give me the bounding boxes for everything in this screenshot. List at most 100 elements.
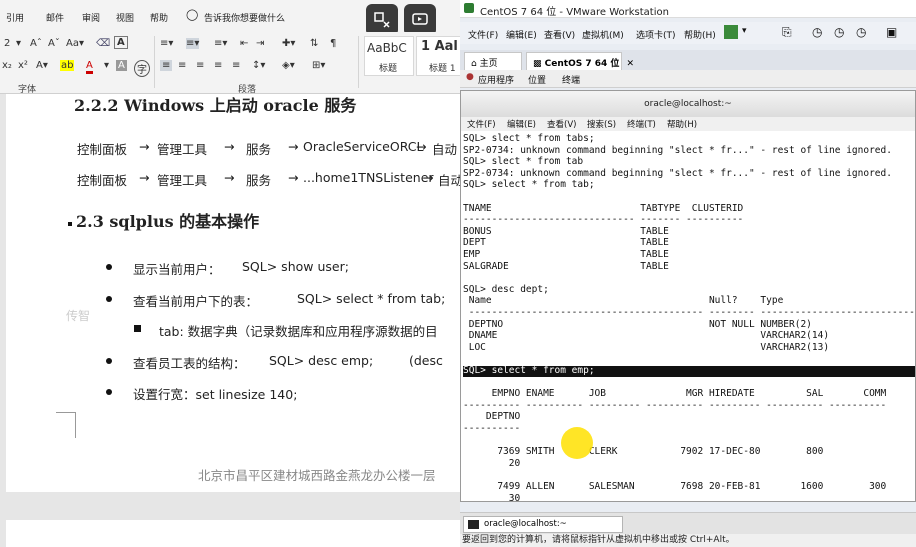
menu-view[interactable]: 查看(V) (544, 28, 575, 41)
sort-icon[interactable]: ⇅ (310, 38, 318, 49)
enclose-char-icon[interactable]: 字 (134, 60, 150, 77)
bullet-label: 查看当前用户下的表： (133, 294, 259, 309)
justify-icon[interactable]: ≡ (214, 60, 222, 71)
style-heading1[interactable]: 1 Aal 标题 1 (416, 36, 460, 76)
align-left-icon[interactable]: ≡ (160, 60, 173, 71)
fullscreen-icon[interactable]: ▣ (886, 25, 897, 39)
menu-file[interactable]: 文件(F) (468, 28, 498, 41)
tab-help[interactable]: 帮助 (150, 11, 168, 24)
chevron-down-icon[interactable]: ▾ (104, 60, 109, 71)
menu-terminal[interactable]: 终端 (562, 73, 580, 86)
terminal-line: EMP TABLE (463, 249, 669, 260)
terminal-line: SALGRADE TABLE (463, 260, 669, 272)
char-border-icon[interactable]: A (114, 36, 128, 49)
font-color-icon[interactable]: A (86, 60, 93, 74)
taskbar-label: oracle@localhost:~ (484, 519, 567, 529)
menu-places[interactable]: 位置 (528, 73, 546, 86)
grow-font-icon[interactable]: Aˆ (30, 38, 42, 49)
terminal-line: ---------- (463, 423, 521, 434)
bullet-dot (106, 264, 112, 270)
increase-indent-icon[interactable]: ⇥ (256, 38, 264, 49)
term-menu-view[interactable]: 查看(V) (547, 118, 576, 130)
sub-bullet-marker (134, 325, 141, 332)
align-center-icon[interactable]: ≡ (178, 60, 186, 71)
terminal-line: 7499 ALLEN SALESMAN 7698 20-FEB-81 1600 … (463, 481, 887, 492)
term-menu-search[interactable]: 搜索(S) (587, 118, 616, 130)
terminal-icon (468, 520, 479, 529)
align-right-icon[interactable]: ≡ (196, 60, 204, 71)
bullet-dot (106, 389, 112, 395)
tell-me-box[interactable]: 告诉我你想要做什么 (204, 11, 285, 24)
close-icon[interactable]: ✕ (627, 59, 635, 69)
tab-references[interactable]: 引用 (6, 11, 24, 24)
style-normal[interactable]: AaBbC 标题 (364, 36, 414, 76)
menu-edit[interactable]: 编辑(E) (506, 28, 537, 41)
decrease-indent-icon[interactable]: ⇤ (240, 38, 248, 49)
term-menu-help[interactable]: 帮助(H) (667, 118, 697, 130)
term-menu-file[interactable]: 文件(F) (467, 118, 496, 130)
snapshot-icon[interactable]: ◷ (812, 25, 822, 39)
path-text: OracleServiceORCL (303, 139, 424, 154)
shrink-font-icon[interactable]: Aˇ (48, 38, 60, 49)
tab-centos[interactable]: ▩ CentOS 7 64 位 ✕ (526, 52, 634, 70)
change-case-icon[interactable]: Aa▾ (66, 38, 84, 49)
taskbar-terminal-button[interactable]: oracle@localhost:~ (463, 516, 623, 533)
asian-layout-icon[interactable]: ✚▾ (282, 38, 295, 49)
menu-applications[interactable]: 应用程序 (478, 73, 514, 86)
pause-icon[interactable] (724, 25, 738, 39)
menu-vm[interactable]: 虚拟机(M) (582, 28, 624, 41)
multilevel-list-icon[interactable]: ≡▾ (214, 38, 227, 49)
line-spacing-icon[interactable]: ↕▾ (252, 60, 265, 71)
subscript-icon[interactable]: x₂ (2, 60, 12, 71)
snapshot-manager-icon[interactable]: ◷ (856, 25, 866, 39)
highlight-icon[interactable]: ab (60, 60, 75, 71)
heading-2-2-2: 2.2.2 Windows 上启动 oracle 服务 (74, 96, 357, 115)
page-footer: 北京市昌平区建材城西路金燕龙办公楼一层 (198, 468, 436, 483)
borders-icon[interactable]: ⊞▾ (312, 60, 325, 71)
mouse-cursor-highlight (561, 427, 593, 459)
menu-help[interactable]: 帮助(H) (684, 28, 716, 41)
char-shading-icon[interactable]: A (116, 60, 127, 71)
arrow-icon: → (224, 170, 235, 185)
terminal-line: SQL> slect * from tab (463, 156, 584, 168)
term-menu-edit[interactable]: 编辑(E) (507, 118, 536, 130)
sub-bullet-text: tab: 数据字典（记录数据库和应用程序源数据的目 (159, 324, 438, 339)
terminal-line: 7369 SMITH CLERK 7902 17-DEC-80 800 (463, 446, 824, 458)
terminal-line: SQL> slect * from tabs; (463, 133, 595, 144)
vmware-logo-icon (464, 3, 474, 13)
chevron-down-icon[interactable]: ▾ (16, 38, 21, 49)
tab-label: 主页 (479, 59, 498, 69)
bullet-cmd: SQL> show user; (242, 259, 349, 274)
chevron-down-icon[interactable]: ▾ (742, 26, 747, 36)
terminal-window: oracle@localhost:~ 文件(F) 编辑(E) 查看(V) 搜索(… (460, 90, 916, 502)
show-marks-icon[interactable]: ¶ (330, 38, 336, 49)
bullet-cmd: SQL> desc emp; (269, 353, 374, 368)
superscript-icon[interactable]: x² (18, 60, 28, 71)
lightbulb-icon: ◯ (186, 8, 199, 21)
terminal-output[interactable]: SQL> slect * from tabs; SP2-0734: unknown… (463, 133, 915, 501)
gnome-taskbar: oracle@localhost:~ (460, 512, 916, 534)
tab-mailings[interactable]: 邮件 (46, 11, 64, 24)
font-size-box[interactable]: 2 (4, 38, 10, 49)
margin-marker (75, 412, 76, 438)
menu-tabs[interactable]: 选项卡(T) (636, 28, 676, 41)
style-label: 标题 (379, 64, 398, 74)
heading-2-3: 2.3 sqlplus 的基本操作 (76, 212, 260, 231)
terminal-line: SP2-0734: unknown command beginning "sle… (463, 144, 892, 156)
document-page[interactable]: 2.2.2 Windows 上启动 oracle 服务 控制面板 → 管理工具 … (6, 94, 460, 492)
terminal-line: ------------------------------ ------- -… (463, 214, 744, 226)
term-menu-terminal[interactable]: 终端(T) (627, 118, 656, 130)
bullets-icon[interactable]: ≡▾ (160, 38, 173, 49)
text-effects-icon[interactable]: A▾ (36, 60, 48, 71)
tab-review[interactable]: 审阅 (82, 11, 100, 24)
distributed-icon[interactable]: ≡ (232, 60, 240, 71)
send-keys-icon[interactable]: ⎘ (782, 25, 792, 40)
clear-format-icon[interactable]: ⌫ (96, 38, 110, 49)
path-text: 控制面板 (77, 142, 128, 157)
shading-icon[interactable]: ◈▾ (282, 60, 295, 71)
numbering-icon[interactable]: ≡▾ (186, 38, 200, 49)
style-preview: 1 Aal (421, 39, 458, 54)
tab-home[interactable]: ⌂ 主页 (464, 52, 522, 70)
tab-view[interactable]: 视图 (116, 11, 134, 24)
revert-snapshot-icon[interactable]: ◷ (834, 25, 844, 39)
